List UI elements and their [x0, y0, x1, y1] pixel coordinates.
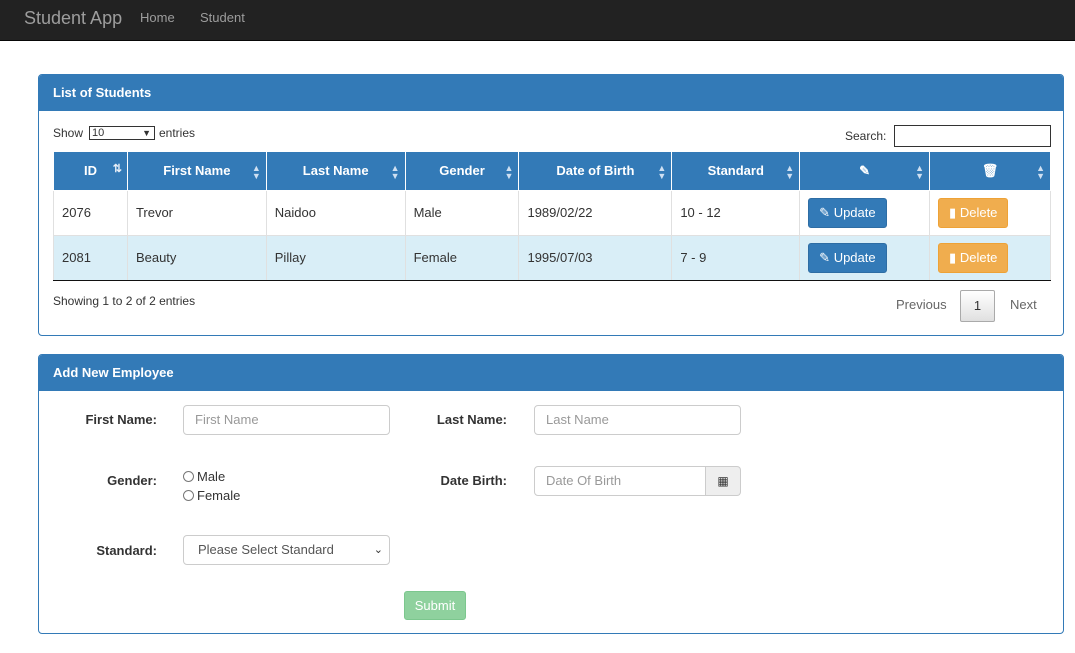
dob-input[interactable]: Date Of Birth	[534, 466, 706, 496]
cell-last-name: Naidoo	[265, 189, 406, 236]
add-employee-panel: Add New Employee First Name: First Name …	[38, 354, 1064, 634]
sort-icon: ▲ ▼	[785, 163, 795, 181]
dob-label: Date Birth:	[440, 473, 507, 488]
sort-asc-icon: ⇅	[112, 163, 122, 175]
col-header-standard[interactable]: Standard ▲ ▼	[671, 152, 801, 191]
sort-icon: ▲ ▼	[657, 163, 667, 181]
edit-icon: ✎	[819, 204, 831, 220]
navbar: Student App Home Student	[0, 0, 1075, 41]
col-header-first-name[interactable]: First Name ▲ ▼	[126, 152, 267, 191]
cell-last-name: Pillay	[265, 234, 406, 281]
cell-delete: ▮ Delete	[929, 234, 1051, 281]
table-info: Showing 1 to 2 of 2 entries	[53, 294, 196, 308]
sort-icon: ▲ ▼	[915, 163, 925, 181]
sort-icon: ▲ ▼	[251, 163, 261, 181]
cell-update: ✎ Update	[799, 234, 931, 281]
trash-icon: ▮	[949, 249, 957, 265]
cell-delete: ▮ Delete	[929, 189, 1051, 236]
edit-icon: ✎	[859, 162, 871, 178]
add-employee-panel-title: Add New Employee	[39, 355, 1063, 391]
table-header-row: ID ⇅ First Name ▲ ▼ Last Name ▲ ▼ Gender ▲…	[53, 152, 1051, 191]
gender-male-option[interactable]: Male	[183, 469, 225, 484]
standard-label: Standard:	[96, 543, 157, 558]
sort-icon: ▲ ▼	[504, 163, 514, 181]
first-name-input[interactable]: First Name	[183, 405, 390, 435]
cell-standard: 10 - 12	[671, 189, 801, 236]
gender-female-option[interactable]: Female	[183, 488, 240, 503]
radio-button[interactable]	[183, 471, 194, 482]
col-header-id[interactable]: ID ⇅	[53, 152, 128, 191]
page-size-value: 10	[92, 127, 105, 139]
nav-student-link[interactable]: Student	[200, 10, 245, 25]
last-name-input[interactable]: Last Name	[534, 405, 741, 435]
standard-select[interactable]: Please Select Standard ⌄	[183, 535, 390, 565]
brand-link[interactable]: Student App	[24, 8, 122, 29]
radio-button[interactable]	[183, 490, 194, 501]
sort-icon: ▲ ▼	[390, 163, 400, 181]
first-name-label: First Name:	[85, 412, 157, 427]
cell-gender: Female	[404, 234, 520, 281]
submit-button[interactable]: Submit	[404, 591, 466, 620]
students-panel: List of Students Show 10 ▼ entries Searc…	[38, 74, 1064, 336]
col-header-last-name[interactable]: Last Name ▲ ▼	[265, 152, 406, 191]
table-row: 2081 Beauty Pillay Female 1995/07/03 7 -…	[53, 234, 1051, 281]
chevron-down-icon: ▼	[142, 128, 151, 138]
search-input[interactable]	[894, 125, 1051, 147]
pagination-previous[interactable]: Previous	[896, 297, 947, 312]
cell-update: ✎ Update	[799, 189, 931, 236]
col-header-edit[interactable]: ✎ ▲ ▼	[799, 152, 931, 191]
cell-dob: 1995/07/03	[518, 234, 673, 281]
col-header-gender[interactable]: Gender ▲ ▼	[404, 152, 520, 191]
pagination-next[interactable]: Next	[1010, 297, 1037, 312]
update-button[interactable]: ✎ Update	[808, 242, 887, 273]
cell-first-name: Trevor	[126, 189, 267, 236]
chevron-down-icon: ⌄	[373, 544, 383, 556]
page-size-select[interactable]: 10 ▼	[89, 126, 155, 140]
col-header-delete[interactable]: 🗑 ▲ ▼	[929, 152, 1051, 191]
cell-first-name: Beauty	[126, 234, 267, 281]
cell-standard: 7 - 9	[671, 234, 801, 281]
last-name-label: Last Name:	[436, 412, 507, 427]
show-label: Show	[53, 126, 84, 140]
delete-button[interactable]: ▮ Delete	[938, 242, 1009, 273]
update-button[interactable]: ✎ Update	[808, 197, 887, 228]
table-row: 2076 Trevor Naidoo Male 1989/02/22 10 - …	[53, 189, 1051, 236]
cell-dob: 1989/02/22	[518, 189, 673, 236]
cell-id: 2081	[53, 234, 128, 281]
gender-label: Gender:	[107, 473, 157, 488]
cell-gender: Male	[404, 189, 520, 236]
trash-icon: ▮	[949, 204, 957, 220]
sort-icon: ▲ ▼	[1036, 163, 1045, 181]
delete-button[interactable]: ▮ Delete	[938, 197, 1009, 228]
search-label: Search:	[845, 129, 887, 143]
calendar-icon: ▦	[717, 474, 729, 488]
students-panel-title: List of Students	[39, 75, 1063, 111]
pagination-page-1[interactable]: 1	[960, 290, 995, 322]
cell-id: 2076	[53, 189, 128, 236]
trash-icon: 🗑	[981, 162, 999, 178]
nav-home-link[interactable]: Home	[140, 10, 175, 25]
students-table: ID ⇅ First Name ▲ ▼ Last Name ▲ ▼ Gender ▲…	[53, 152, 1051, 281]
edit-icon: ✎	[819, 249, 831, 265]
col-header-dob[interactable]: Date of Birth ▲ ▼	[518, 152, 673, 191]
entries-label: entries	[159, 126, 196, 140]
calendar-button[interactable]: ▦	[706, 466, 741, 496]
